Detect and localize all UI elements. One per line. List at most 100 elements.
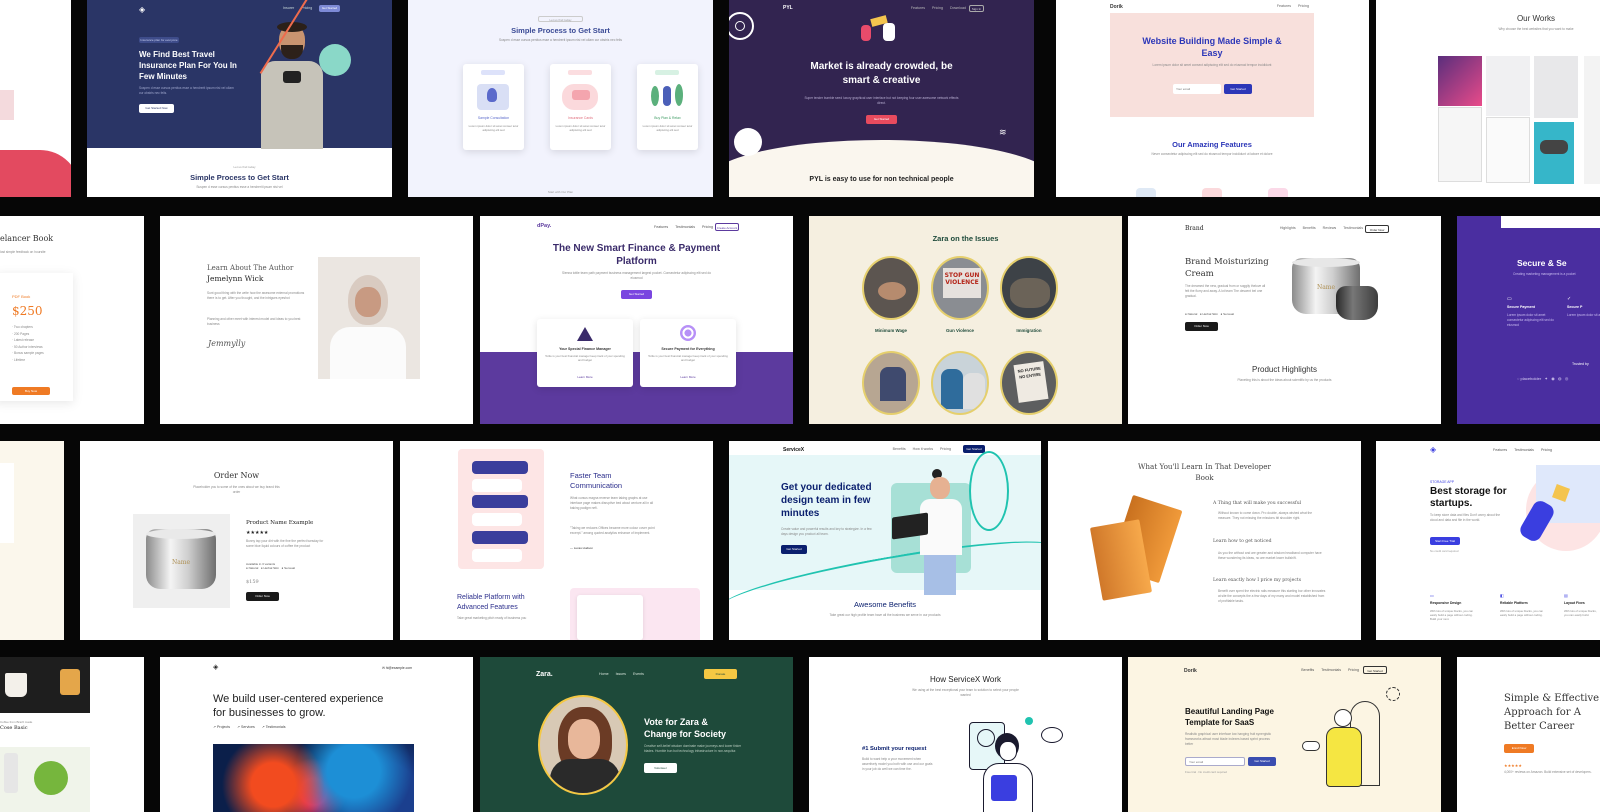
logo: Zara. (536, 671, 553, 678)
tile-zara-vote[interactable]: Zara. Home Issues Events Donate Vote for… (480, 657, 793, 812)
nav-link[interactable]: Benefits (1303, 226, 1316, 230)
tile-process[interactable]: Let us find today Simple Process to Get … (408, 0, 713, 197)
nav-link[interactable]: Pricing (1348, 668, 1359, 672)
tile-pyl[interactable]: PYL Features Pricing Download Sign In Ma… (729, 0, 1034, 197)
tile-freelancer-book[interactable]: elancer Book lost simple feedback on hou… (0, 216, 144, 424)
tile-partial-cream[interactable] (0, 441, 64, 640)
feature-card[interactable]: Secure Payment for Everything Tottle is … (640, 319, 736, 387)
nav-link[interactable]: Pricing (940, 447, 951, 451)
volunteer-button[interactable]: Volunteer (644, 763, 677, 773)
nav-link[interactable]: Testimonials (1321, 668, 1341, 672)
nav-link[interactable]: Issues (616, 672, 626, 676)
tile-saas[interactable]: Dorik Benefits Testimonials Pricing Get … (1128, 657, 1441, 812)
author-name: Jemelynn Wick (207, 274, 264, 283)
nav-link[interactable]: Benefits (1301, 668, 1314, 672)
nav-link[interactable]: Events (633, 672, 644, 676)
nav-link[interactable]: Benefits (893, 447, 906, 451)
donate-button[interactable]: Donate (704, 669, 737, 679)
nav-link[interactable]: ↗ Testimonials (262, 725, 286, 729)
tile-career[interactable]: Simple & Effective Approach for A Better… (1457, 657, 1600, 812)
nav-link[interactable]: Reviews (1323, 226, 1337, 230)
nav-cta-button[interactable]: Get Started (1363, 666, 1387, 674)
card-title: Your Special Finance Manager (559, 347, 611, 351)
nav-link[interactable]: ↗ Projects (213, 725, 230, 729)
order-now-button[interactable]: Order Now (246, 592, 279, 601)
issue-photo[interactable] (931, 351, 989, 415)
order-now-button[interactable]: Order Now (1185, 322, 1218, 331)
start-trial-button[interactable]: Start Free Trial (1430, 537, 1460, 545)
tile-developer-book[interactable]: What You'll Learn In That Developer Book… (1048, 441, 1361, 640)
nav-link[interactable]: Pricing (932, 6, 943, 10)
nav-cta-button[interactable]: Get Started (319, 5, 340, 12)
get-started-button[interactable]: Get Started (621, 290, 652, 299)
nav-link[interactable]: Pricing (702, 225, 713, 229)
tile-agency[interactable]: ◈ ✉ hi@example.com We build user-centere… (160, 657, 473, 812)
get-started-button[interactable]: Get Started Now (139, 104, 174, 113)
feature-card[interactable]: Your Special Finance Manager Tottle is y… (537, 319, 633, 387)
feature-title: Secure Payment (1507, 305, 1535, 309)
eyebrow: Learn About The Author (207, 264, 294, 272)
create-account-button[interactable]: Create Account (715, 223, 739, 231)
tile-secure[interactable]: Secure & Se Creating marketing managemen… (1457, 216, 1600, 424)
feature-title: Reliable Platform (1500, 601, 1528, 605)
nav-link[interactable]: Pricing (1298, 4, 1309, 8)
nav-link[interactable]: Home (599, 672, 609, 676)
tile-dpay[interactable]: dPay. Features Testimonials Pricing Crea… (480, 216, 793, 424)
nav-link[interactable]: Features (1493, 448, 1507, 452)
nav-link[interactable]: Features (654, 225, 668, 229)
issue-photo[interactable]: STOP GUN VIOLENCE (931, 256, 989, 320)
nav-link[interactable]: Features (1277, 4, 1291, 8)
nav-link[interactable]: Insurer (283, 6, 294, 10)
tile-dorik[interactable]: Dorik Features Pricing Website Building … (1056, 0, 1369, 197)
email-link[interactable]: ✉ hi@example.com (382, 666, 412, 670)
tile-coffee[interactable]: Coffee from Brazil made Cose Basic (0, 657, 144, 812)
tile-brand[interactable]: Brand Highlights Benefits Reviews Testim… (1128, 216, 1441, 424)
get-started-button[interactable]: Get Started (1248, 757, 1276, 766)
issue-photo[interactable] (862, 351, 920, 415)
tile-team-communication[interactable]: Faster Team Communication What cursus ma… (400, 441, 713, 640)
get-started-button[interactable]: Get Started (1224, 84, 1252, 94)
order-now-nav-button[interactable]: Order Now (1365, 225, 1389, 233)
tile-our-works[interactable]: Our Works Why choose the best websites t… (1376, 0, 1600, 197)
tile-order-now[interactable]: Order Now Placeholder you to some of the… (80, 441, 393, 640)
protest-sign: NO FUTURE NO ENTIRE (1013, 361, 1049, 403)
nav-link[interactable]: Testimonials (1343, 226, 1363, 230)
nav-link[interactable]: Testimonials (1514, 448, 1534, 452)
issue-photo[interactable] (1000, 256, 1058, 320)
nav-cta-button[interactable]: Get Started (963, 445, 985, 453)
step-card[interactable]: Buy Plan & Relax Lorem ipsum dolor sit a… (637, 64, 698, 150)
learn-more-link[interactable]: Learn More (642, 375, 734, 379)
tile-servicex[interactable]: ServiceX Benefits How it works Pricing G… (729, 441, 1041, 640)
email-input[interactable] (1173, 84, 1221, 94)
issue-photo[interactable] (862, 256, 920, 320)
tile-partial-red[interactable] (0, 0, 71, 197)
issue-photo[interactable]: NO FUTURE NO ENTIRE (1000, 351, 1058, 415)
section-links: ↗ Projects ↗ Services ↗ Testimonials (206, 725, 286, 729)
email-input[interactable] (1185, 757, 1245, 766)
tile-zara-issues[interactable]: Zara on the Issues STOP GUN VIOLENCE Min… (809, 216, 1122, 424)
nav-link[interactable]: Download (950, 6, 966, 10)
nav-link[interactable]: Features (911, 6, 925, 10)
top-nav: Features Pricing Download (904, 6, 966, 10)
get-started-button[interactable]: Get Started (781, 545, 807, 554)
tile-storage[interactable]: ◈ Features Testimonials Pricing STORAGE … (1376, 441, 1600, 640)
buy-button[interactable]: Buy Now (12, 387, 50, 395)
people-illustration (861, 15, 901, 47)
get-started-button[interactable]: Get Started (866, 115, 897, 124)
step-card[interactable]: Insurance Cards Lorem ipsum dolor sit am… (550, 64, 611, 150)
section-title: Faster Team Communication (570, 471, 623, 490)
step-title: Sample Consultation (477, 116, 510, 120)
learn-more-link[interactable]: Learn More (539, 375, 631, 379)
enroll-button[interactable]: Enroll Now (1504, 744, 1534, 753)
nav-link[interactable]: ↗ Services (237, 725, 255, 729)
nav-link[interactable]: Testimonials (675, 225, 695, 229)
section-title: Our Amazing Features (1172, 140, 1252, 149)
nav-link[interactable]: Pricing (1541, 448, 1552, 452)
nav-link[interactable]: Highlights (1280, 226, 1296, 230)
step-card[interactable]: Sample Consultation Lorem ipsum dolor si… (463, 64, 524, 150)
tile-how-servicex[interactable]: How ServiceX Work We using at the best e… (809, 657, 1122, 812)
tile-author[interactable]: Learn About The Author Jemelynn Wick Sun… (160, 216, 473, 424)
sign-in-button[interactable]: Sign In (969, 5, 984, 12)
nav-link[interactable]: How it works (913, 447, 933, 451)
tile-insurance[interactable]: ◈ Insurer Pricing Contact Us Get Started… (87, 0, 392, 197)
